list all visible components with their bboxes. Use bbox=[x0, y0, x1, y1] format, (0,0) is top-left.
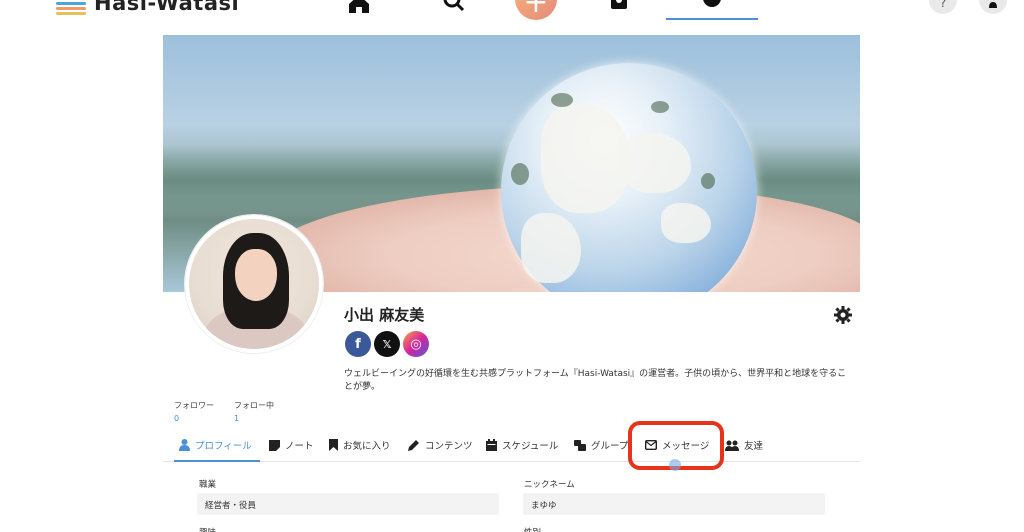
tab-notes[interactable]: ノート bbox=[269, 438, 314, 452]
following-count[interactable]: 1 bbox=[234, 414, 239, 423]
tab-label: お気に入り bbox=[343, 441, 391, 452]
bell-icon bbox=[989, 2, 997, 8]
instagram-glyph: ◎ bbox=[410, 336, 422, 352]
tab-schedule[interactable]: スケジュール bbox=[486, 438, 558, 452]
tab-friends[interactable]: 友達 bbox=[725, 438, 763, 452]
help-icon: ? bbox=[939, 0, 947, 10]
settings-gear-icon[interactable] bbox=[832, 304, 854, 326]
logo-mark-icon bbox=[54, 0, 88, 16]
nickname-label: ニックネーム bbox=[524, 480, 575, 490]
crystal-globe-illustration bbox=[501, 63, 757, 292]
nav-active-indicator bbox=[666, 18, 758, 20]
tab-label: ノート bbox=[285, 441, 314, 452]
calendar-icon bbox=[486, 439, 497, 451]
tab-label: グループ bbox=[591, 441, 629, 452]
facebook-icon[interactable]: f bbox=[345, 331, 371, 357]
followers-count[interactable]: 0 bbox=[174, 414, 179, 423]
users-icon bbox=[725, 440, 739, 451]
note-icon bbox=[269, 439, 280, 451]
tab-contents[interactable]: コンテンツ bbox=[408, 438, 473, 452]
tab-label: 友達 bbox=[744, 441, 764, 452]
pen-icon bbox=[408, 440, 419, 451]
instagram-icon[interactable]: ◎ bbox=[403, 331, 429, 357]
tab-profile[interactable]: プロフィール bbox=[179, 438, 252, 452]
bookmark-icon bbox=[329, 439, 338, 451]
occupation-label: 職業 bbox=[199, 480, 217, 490]
gender-label: 性別 bbox=[524, 526, 541, 532]
occupation-value: 経営者・役員 bbox=[197, 493, 499, 515]
profile-avatar[interactable] bbox=[185, 215, 323, 353]
notifications-button[interactable] bbox=[979, 0, 1007, 14]
app-logo[interactable]: Hasi-Watasi bbox=[54, 0, 239, 16]
tab-label: プロフィール bbox=[195, 441, 252, 452]
hobby-label: 趣味 bbox=[199, 526, 216, 532]
facebook-glyph: f bbox=[355, 336, 361, 352]
x-glyph: 𝕏 bbox=[382, 337, 392, 351]
tab-label: コンテンツ bbox=[425, 441, 473, 452]
profile-name: 小出 麻友美 bbox=[344, 306, 425, 324]
create-post-button[interactable]: + bbox=[515, 0, 557, 20]
profile-bio: ウェルビーイングの好循環を生む共感プラットフォーム『Hasi-Watasi』の運… bbox=[344, 369, 847, 392]
active-tab-underline bbox=[174, 460, 260, 462]
help-button[interactable]: ? bbox=[929, 0, 957, 14]
pointer-indicator bbox=[669, 459, 681, 471]
home-icon[interactable] bbox=[346, 0, 372, 14]
tab-favorites[interactable]: お気に入り bbox=[329, 438, 391, 452]
nickname-value: まゆゆ bbox=[523, 493, 825, 515]
x-twitter-icon[interactable]: 𝕏 bbox=[374, 331, 400, 357]
user-icon bbox=[179, 439, 190, 451]
followers-label: フォロワー bbox=[174, 401, 214, 410]
group-icon bbox=[574, 439, 586, 451]
profile-nav-icon[interactable] bbox=[699, 0, 725, 14]
search-icon[interactable] bbox=[441, 0, 467, 14]
tab-label: スケジュール bbox=[502, 441, 559, 452]
tab-groups[interactable]: グループ bbox=[574, 438, 628, 452]
profile-tabs: プロフィール ノート お気に入り コンテンツ スケジュール グループ メッセージ… bbox=[163, 432, 860, 462]
following-label: フォロー中 bbox=[234, 401, 274, 410]
contacts-icon[interactable] bbox=[606, 0, 632, 14]
top-navigation: Hasi-Watasi + ? bbox=[0, 0, 1024, 22]
plus-icon: + bbox=[523, 0, 549, 20]
logo-text: Hasi-Watasi bbox=[94, 0, 240, 15]
